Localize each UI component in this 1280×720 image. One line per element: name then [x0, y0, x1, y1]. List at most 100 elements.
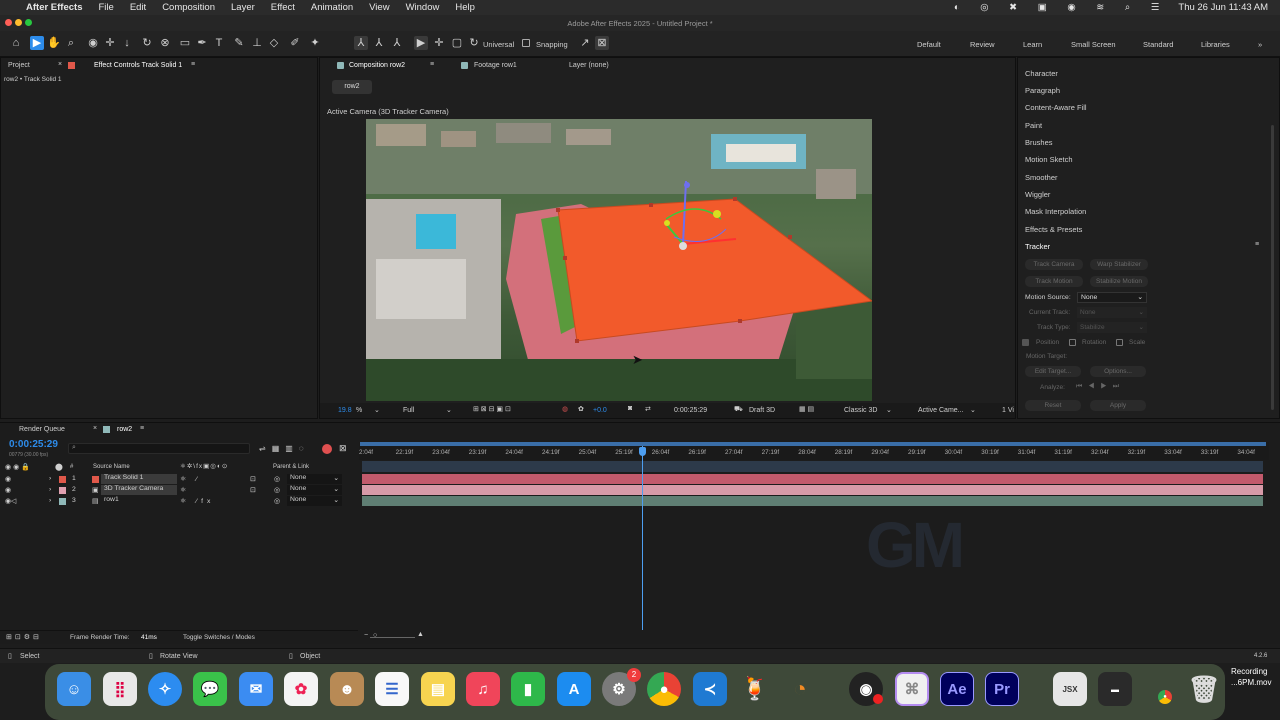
layer-1-name[interactable]: Track Solid 1	[101, 474, 177, 484]
messages-icon[interactable]: 💬	[193, 672, 227, 706]
roto-brush-icon[interactable]: ✐	[288, 36, 302, 50]
layer-1-parent-dropdown[interactable]: None ⌄	[287, 474, 342, 484]
snap-grid-icon[interactable]: ⊠	[595, 36, 609, 50]
resolution-dropdown-icon[interactable]: ⌄	[446, 406, 452, 414]
zoom-tool-icon[interactable]: ⌕	[64, 36, 78, 50]
clone-stamp-icon[interactable]: ⊥	[250, 36, 264, 50]
color-management-icon[interactable]: ✿	[578, 405, 584, 413]
renderer-dropdown-icon[interactable]: ⌄	[886, 406, 892, 414]
layer-3-parent-dropdown[interactable]: None ⌄	[287, 496, 342, 506]
timeline-timecode[interactable]: 0:00:25:29	[9, 439, 58, 450]
layer-2-parent-dropdown[interactable]: None ⌄	[287, 485, 342, 495]
numbers-icon[interactable]: ▮	[511, 672, 545, 706]
menu-window[interactable]: Window	[406, 2, 440, 13]
panel-wiggler[interactable]: Wiggler	[1025, 190, 1050, 199]
workspace-review[interactable]: Review	[970, 40, 995, 49]
menu-edit[interactable]: Edit	[130, 2, 146, 13]
edit-target-button[interactable]: Edit Target...	[1025, 366, 1081, 377]
jsx-file-icon[interactable]: JSX	[1053, 672, 1087, 706]
renderer-dropdown[interactable]: Classic 3D	[844, 407, 877, 414]
snapshot-icon[interactable]: ◙	[628, 405, 632, 412]
extended-viewer-icon[interactable]: ▦ ▤	[799, 405, 814, 413]
vscode-icon[interactable]: ≺	[693, 672, 727, 706]
region-of-interest-icon[interactable]: ⊞ ⊠ ⊟ ▣ ⊡	[473, 405, 511, 413]
status-icons[interactable]: ◐ ◎ ✖ ▣ ◉ ≋ ⌕ ☰	[954, 2, 1169, 13]
tab-composition[interactable]: Composition row2	[349, 62, 405, 69]
view-dropdown[interactable]: Active Came...	[918, 407, 964, 414]
layer-row-3[interactable]: ◉◁ › 3 ▤ row1 ⚛ ⁄fx ◎ None ⌄	[0, 496, 358, 507]
snapping-checkbox[interactable]	[522, 39, 530, 47]
layer-1-pickwhip-icon[interactable]: ◎	[274, 475, 280, 483]
layer-1-duration-bar[interactable]	[362, 474, 1263, 484]
show-snapshot-icon[interactable]: ⇄	[645, 405, 651, 413]
screenshot-thumbnail-icon[interactable]: ▬	[1098, 672, 1132, 706]
panel-effects-presets[interactable]: Effects & Presets	[1025, 225, 1082, 234]
finder-icon[interactable]: ☺	[57, 672, 91, 706]
zoom-window-button[interactable]	[25, 19, 32, 26]
tab-project[interactable]: Project	[8, 62, 30, 69]
eraser-tool-icon[interactable]: ◇	[267, 36, 281, 50]
comp-breadcrumb[interactable]: row2	[332, 80, 372, 94]
3d-move-icon[interactable]: ✛	[432, 36, 446, 50]
hand-tool-icon[interactable]: ✋	[47, 36, 61, 50]
timeline-search-input[interactable]	[83, 445, 243, 453]
pan-behind-icon[interactable]: ⊗	[158, 36, 172, 50]
blender-icon[interactable]: ◔	[783, 672, 817, 706]
right-panel-scrollbar[interactable]	[1271, 125, 1274, 410]
analyze-controls-icon[interactable]: ⏮◀▶⏭	[1076, 383, 1125, 391]
rotation-checkbox[interactable]	[1069, 339, 1076, 346]
workspace-learn[interactable]: Learn	[1023, 40, 1042, 49]
tracker-menu-icon[interactable]: ≡	[1255, 241, 1259, 248]
3d-scale-icon[interactable]: ▢	[450, 36, 464, 50]
launchpad-icon[interactable]: ⣿	[103, 672, 137, 706]
workspace-standard[interactable]: Standard	[1143, 40, 1173, 49]
layer-1-switches-icons[interactable]: ⚛ ⁄	[180, 475, 201, 483]
options-button[interactable]: Options...	[1090, 366, 1146, 377]
zoom-dropdown-icon[interactable]: ⌄	[374, 406, 380, 414]
panel-content-aware-fill[interactable]: Content-Aware Fill	[1025, 103, 1087, 112]
effect-controls-menu-icon[interactable]: ≡	[191, 61, 195, 68]
menu-effect[interactable]: Effect	[271, 2, 295, 13]
keyboard-app-icon[interactable]: ⌘	[895, 672, 929, 706]
layer-2-expand-icon[interactable]: ›	[49, 486, 51, 493]
layer-row-2[interactable]: ◉ › 2 ▣ 3D Tracker Camera ⚛ ⊡ ◎ None ⌄	[0, 485, 358, 496]
layer-1-expand-icon[interactable]: ›	[49, 475, 51, 482]
panel-smoother[interactable]: Smoother	[1025, 173, 1058, 182]
track-type-dropdown[interactable]: Stabilize ⌄	[1077, 322, 1147, 333]
timeline-tab-menu-icon[interactable]: ≡	[140, 425, 144, 432]
menu-view[interactable]: View	[369, 2, 389, 13]
panel-paint[interactable]: Paint	[1025, 121, 1042, 130]
tab-layer[interactable]: Layer (none)	[569, 62, 609, 69]
panel-motion-sketch[interactable]: Motion Sketch	[1025, 155, 1073, 164]
rotate-tool-icon[interactable]: ↻	[140, 36, 154, 50]
zoom-slider-thumb[interactable]: ○	[373, 632, 377, 639]
track-camera-button[interactable]: Track Camera	[1025, 259, 1083, 270]
puppet-tool-icon[interactable]: ✦	[308, 36, 322, 50]
brush-tool-icon[interactable]: ✎	[232, 36, 246, 50]
tab-effect-controls[interactable]: Effect Controls Track Solid 1	[94, 62, 182, 69]
workspace-overflow-icon[interactable]: »	[1258, 40, 1262, 49]
composition-viewer[interactable]	[366, 119, 872, 401]
timeline-search[interactable]: ⌕	[68, 443, 250, 454]
timeline-tab-close-icon[interactable]: ×	[93, 425, 97, 432]
selection-tool-icon[interactable]: ▶	[30, 36, 44, 50]
layer-3-visibility-icon[interactable]: ◉◁	[5, 497, 16, 505]
layer-3-name[interactable]: row1	[104, 496, 119, 503]
axis-world-icon[interactable]: ⅄	[372, 36, 386, 50]
track-solid-plane[interactable]	[366, 119, 872, 401]
zoom-value[interactable]: 19.8	[338, 407, 352, 414]
axis-local-icon[interactable]: ⅄	[354, 36, 368, 50]
pan-camera-icon[interactable]: ✛	[103, 36, 117, 50]
layer-switch-icons[interactable]: ◉◉🔒	[5, 463, 32, 471]
reset-button[interactable]: Reset	[1025, 400, 1081, 411]
menu-file[interactable]: File	[99, 2, 114, 13]
orbit-camera-icon[interactable]: ◉	[86, 36, 100, 50]
layer-3-label-color[interactable]	[59, 498, 66, 505]
current-track-dropdown[interactable]: None ⌄	[1077, 307, 1147, 318]
menu-animation[interactable]: Animation	[311, 2, 353, 13]
reminders-icon[interactable]: ☰	[375, 672, 409, 706]
playhead-handle[interactable]	[639, 447, 646, 456]
layer-2-label-color[interactable]	[59, 487, 66, 494]
photos-icon[interactable]: ✿	[284, 672, 318, 706]
snap-options-icon[interactable]: ↗	[578, 36, 592, 50]
